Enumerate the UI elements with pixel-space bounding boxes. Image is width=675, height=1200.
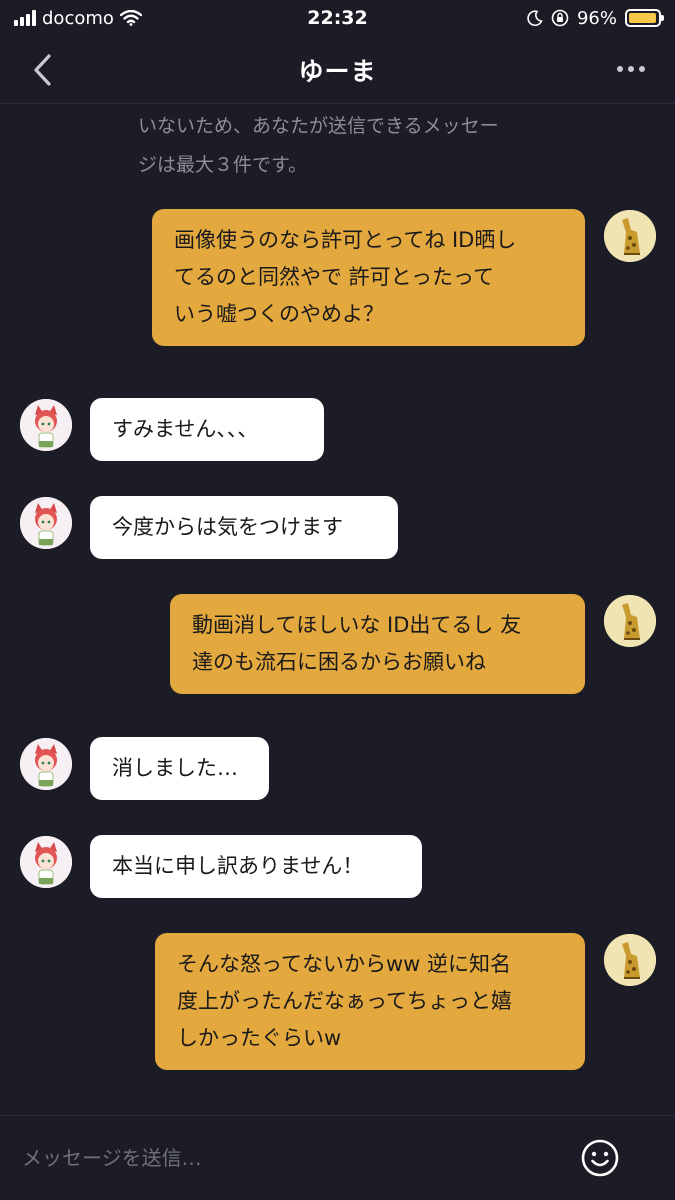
back-button[interactable] <box>22 50 62 90</box>
message-line: 今度からは気をつけます <box>112 515 343 539</box>
message-line: しかったぐらいw <box>177 1026 342 1050</box>
contact-avatar[interactable] <box>20 738 72 790</box>
notice-line: いないため、あなたが送信できるメッセー <box>138 115 499 137</box>
emoji-button[interactable] <box>580 1138 620 1178</box>
ellipsis-icon <box>617 66 623 72</box>
my-avatar[interactable] <box>604 210 656 262</box>
status-bar: docomo 22:32 96% <box>0 0 675 36</box>
carrier-label: docomo <box>42 7 114 29</box>
outgoing-message-bubble[interactable]: そんな怒ってないからww 逆に知名 度上がったんだなぁってちょっと嬉 しかったぐ… <box>155 933 585 1070</box>
giraffe-avatar-image <box>604 934 656 986</box>
wifi-icon <box>119 10 142 26</box>
status-left: docomo <box>14 8 142 29</box>
message-line: 達のも流石に困るからお願いね <box>192 650 486 674</box>
contact-avatar[interactable] <box>20 836 72 888</box>
system-notice: いないため、あなたが送信できるメッセー ジは最大３件です。 <box>138 107 558 185</box>
signal-icon <box>14 10 36 26</box>
smiley-icon <box>581 1139 619 1177</box>
notice-line: ジは最大３件です。 <box>138 154 308 176</box>
more-options-button[interactable] <box>611 54 651 84</box>
battery-fill <box>629 13 656 23</box>
message-composer <box>0 1115 675 1200</box>
battery-percent: 96% <box>576 7 617 29</box>
cat-girl-avatar-image <box>20 738 72 790</box>
message-line: 動画消してほしいな ID出てるし 友 <box>192 613 522 637</box>
cat-girl-avatar-image <box>20 399 72 451</box>
outgoing-message-bubble[interactable]: 動画消してほしいな ID出てるし 友 達のも流石に困るからお願いね <box>170 594 585 694</box>
chat-title: ゆーま <box>298 56 377 86</box>
message-line: そんな怒ってないからww 逆に知名 <box>177 952 511 976</box>
outgoing-message-bubble[interactable]: 画像使うのなら許可とってね ID晒し てるのと同然やで 許可とったって いう嘘つ… <box>152 209 585 346</box>
incoming-message-bubble[interactable]: すみません、、、 <box>90 398 324 461</box>
giraffe-avatar-image <box>604 595 656 647</box>
moon-icon <box>527 10 543 26</box>
contact-avatar[interactable] <box>20 399 72 451</box>
incoming-message-bubble[interactable]: 消しました… <box>90 737 269 800</box>
message-input[interactable] <box>22 1138 542 1178</box>
message-line: 画像使うのなら許可とってね ID晒し <box>174 228 517 252</box>
my-avatar[interactable] <box>604 595 656 647</box>
message-line: すみません、、、 <box>112 417 259 441</box>
incoming-message-bubble[interactable]: 今度からは気をつけます <box>90 496 398 559</box>
message-line: 消しました… <box>112 756 238 780</box>
chevron-left-icon <box>34 54 51 86</box>
my-avatar[interactable] <box>604 934 656 986</box>
cat-girl-avatar-image <box>20 836 72 888</box>
contact-avatar[interactable] <box>20 497 72 549</box>
message-line: いう嘘つくのやめよ？ <box>174 302 384 326</box>
cat-girl-avatar-image <box>20 497 72 549</box>
giraffe-avatar-image <box>604 210 656 262</box>
rotation-lock-icon <box>551 9 569 27</box>
chat-header: ゆーま <box>0 36 675 104</box>
message-line: 本当に申し訳ありません！ <box>112 854 364 878</box>
battery-icon <box>625 9 664 27</box>
incoming-message-bubble[interactable]: 本当に申し訳ありません！ <box>90 835 422 898</box>
message-line: てるのと同然やで 許可とったって <box>174 265 494 289</box>
message-line: 度上がったんだなぁってちょっと嬉 <box>177 989 512 1013</box>
status-right: 96% <box>527 7 664 29</box>
message-list[interactable]: いないため、あなたが送信できるメッセー ジは最大３件です。 画像使うのなら許可と… <box>0 105 675 1115</box>
